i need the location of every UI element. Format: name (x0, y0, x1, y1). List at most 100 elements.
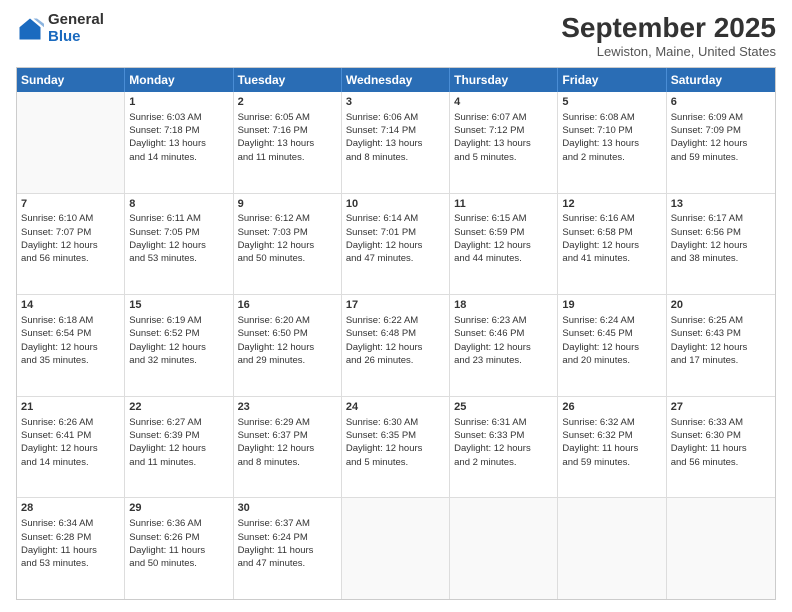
calendar-week-row: 28Sunrise: 6:34 AM Sunset: 6:28 PM Dayli… (17, 497, 775, 599)
cell-info: Sunrise: 6:17 AM Sunset: 6:56 PM Dayligh… (671, 212, 771, 265)
day-number: 27 (671, 400, 771, 415)
calendar-cell: 2Sunrise: 6:05 AM Sunset: 7:16 PM Daylig… (234, 92, 342, 193)
calendar-week-row: 1Sunrise: 6:03 AM Sunset: 7:18 PM Daylig… (17, 92, 775, 193)
calendar-cell: 21Sunrise: 6:26 AM Sunset: 6:41 PM Dayli… (17, 397, 125, 498)
calendar-cell: 13Sunrise: 6:17 AM Sunset: 6:56 PM Dayli… (667, 194, 775, 295)
calendar-header-day: Sunday (17, 68, 125, 92)
cell-info: Sunrise: 6:36 AM Sunset: 6:26 PM Dayligh… (129, 517, 228, 570)
calendar-cell (667, 498, 775, 599)
cell-info: Sunrise: 6:08 AM Sunset: 7:10 PM Dayligh… (562, 111, 661, 164)
cell-info: Sunrise: 6:25 AM Sunset: 6:43 PM Dayligh… (671, 314, 771, 367)
cell-info: Sunrise: 6:23 AM Sunset: 6:46 PM Dayligh… (454, 314, 553, 367)
day-number: 5 (562, 95, 661, 110)
title-block: September 2025 Lewiston, Maine, United S… (561, 12, 776, 59)
logo-general-label: General (48, 12, 104, 29)
cell-info: Sunrise: 6:22 AM Sunset: 6:48 PM Dayligh… (346, 314, 445, 367)
day-number: 25 (454, 400, 553, 415)
day-number: 11 (454, 197, 553, 212)
calendar-cell (558, 498, 666, 599)
cell-info: Sunrise: 6:05 AM Sunset: 7:16 PM Dayligh… (238, 111, 337, 164)
day-number: 21 (21, 400, 120, 415)
calendar-cell: 6Sunrise: 6:09 AM Sunset: 7:09 PM Daylig… (667, 92, 775, 193)
calendar-cell: 23Sunrise: 6:29 AM Sunset: 6:37 PM Dayli… (234, 397, 342, 498)
cell-info: Sunrise: 6:11 AM Sunset: 7:05 PM Dayligh… (129, 212, 228, 265)
cell-info: Sunrise: 6:12 AM Sunset: 7:03 PM Dayligh… (238, 212, 337, 265)
calendar-cell: 9Sunrise: 6:12 AM Sunset: 7:03 PM Daylig… (234, 194, 342, 295)
cell-info: Sunrise: 6:34 AM Sunset: 6:28 PM Dayligh… (21, 517, 120, 570)
logo-text: General Blue (48, 12, 104, 45)
day-number: 8 (129, 197, 228, 212)
cell-info: Sunrise: 6:26 AM Sunset: 6:41 PM Dayligh… (21, 416, 120, 469)
cell-info: Sunrise: 6:32 AM Sunset: 6:32 PM Dayligh… (562, 416, 661, 469)
cell-info: Sunrise: 6:06 AM Sunset: 7:14 PM Dayligh… (346, 111, 445, 164)
calendar-header-day: Monday (125, 68, 233, 92)
calendar-cell: 10Sunrise: 6:14 AM Sunset: 7:01 PM Dayli… (342, 194, 450, 295)
day-number: 14 (21, 298, 120, 313)
cell-info: Sunrise: 6:37 AM Sunset: 6:24 PM Dayligh… (238, 517, 337, 570)
calendar-header-day: Friday (558, 68, 666, 92)
cell-info: Sunrise: 6:20 AM Sunset: 6:50 PM Dayligh… (238, 314, 337, 367)
day-number: 20 (671, 298, 771, 313)
logo-blue-label: Blue (48, 29, 104, 46)
day-number: 23 (238, 400, 337, 415)
calendar-week-row: 7Sunrise: 6:10 AM Sunset: 7:07 PM Daylig… (17, 193, 775, 295)
calendar-header-day: Wednesday (342, 68, 450, 92)
header: General Blue September 2025 Lewiston, Ma… (16, 12, 776, 59)
day-number: 7 (21, 197, 120, 212)
calendar-cell: 17Sunrise: 6:22 AM Sunset: 6:48 PM Dayli… (342, 295, 450, 396)
logo-icon (16, 15, 44, 43)
cell-info: Sunrise: 6:07 AM Sunset: 7:12 PM Dayligh… (454, 111, 553, 164)
day-number: 28 (21, 501, 120, 516)
calendar-cell (450, 498, 558, 599)
calendar-cell: 15Sunrise: 6:19 AM Sunset: 6:52 PM Dayli… (125, 295, 233, 396)
day-number: 10 (346, 197, 445, 212)
calendar-cell: 5Sunrise: 6:08 AM Sunset: 7:10 PM Daylig… (558, 92, 666, 193)
calendar-cell: 11Sunrise: 6:15 AM Sunset: 6:59 PM Dayli… (450, 194, 558, 295)
cell-info: Sunrise: 6:16 AM Sunset: 6:58 PM Dayligh… (562, 212, 661, 265)
calendar-header-day: Tuesday (234, 68, 342, 92)
calendar-cell: 19Sunrise: 6:24 AM Sunset: 6:45 PM Dayli… (558, 295, 666, 396)
cell-info: Sunrise: 6:18 AM Sunset: 6:54 PM Dayligh… (21, 314, 120, 367)
calendar-cell: 30Sunrise: 6:37 AM Sunset: 6:24 PM Dayli… (234, 498, 342, 599)
day-number: 9 (238, 197, 337, 212)
calendar-week-row: 21Sunrise: 6:26 AM Sunset: 6:41 PM Dayli… (17, 396, 775, 498)
page: General Blue September 2025 Lewiston, Ma… (0, 0, 792, 612)
day-number: 6 (671, 95, 771, 110)
cell-info: Sunrise: 6:30 AM Sunset: 6:35 PM Dayligh… (346, 416, 445, 469)
calendar-cell: 22Sunrise: 6:27 AM Sunset: 6:39 PM Dayli… (125, 397, 233, 498)
calendar-header-day: Thursday (450, 68, 558, 92)
cell-info: Sunrise: 6:31 AM Sunset: 6:33 PM Dayligh… (454, 416, 553, 469)
day-number: 15 (129, 298, 228, 313)
day-number: 1 (129, 95, 228, 110)
calendar-subtitle: Lewiston, Maine, United States (561, 44, 776, 59)
cell-info: Sunrise: 6:19 AM Sunset: 6:52 PM Dayligh… (129, 314, 228, 367)
calendar-body: 1Sunrise: 6:03 AM Sunset: 7:18 PM Daylig… (17, 92, 775, 599)
cell-info: Sunrise: 6:29 AM Sunset: 6:37 PM Dayligh… (238, 416, 337, 469)
calendar-cell: 27Sunrise: 6:33 AM Sunset: 6:30 PM Dayli… (667, 397, 775, 498)
day-number: 3 (346, 95, 445, 110)
calendar-header-day: Saturday (667, 68, 775, 92)
day-number: 30 (238, 501, 337, 516)
calendar-cell: 8Sunrise: 6:11 AM Sunset: 7:05 PM Daylig… (125, 194, 233, 295)
cell-info: Sunrise: 6:03 AM Sunset: 7:18 PM Dayligh… (129, 111, 228, 164)
calendar-cell: 20Sunrise: 6:25 AM Sunset: 6:43 PM Dayli… (667, 295, 775, 396)
calendar-cell: 14Sunrise: 6:18 AM Sunset: 6:54 PM Dayli… (17, 295, 125, 396)
calendar-cell: 26Sunrise: 6:32 AM Sunset: 6:32 PM Dayli… (558, 397, 666, 498)
day-number: 26 (562, 400, 661, 415)
day-number: 4 (454, 95, 553, 110)
calendar-cell: 7Sunrise: 6:10 AM Sunset: 7:07 PM Daylig… (17, 194, 125, 295)
cell-info: Sunrise: 6:09 AM Sunset: 7:09 PM Dayligh… (671, 111, 771, 164)
calendar-cell: 28Sunrise: 6:34 AM Sunset: 6:28 PM Dayli… (17, 498, 125, 599)
calendar-cell (17, 92, 125, 193)
day-number: 18 (454, 298, 553, 313)
day-number: 19 (562, 298, 661, 313)
day-number: 2 (238, 95, 337, 110)
calendar-cell: 3Sunrise: 6:06 AM Sunset: 7:14 PM Daylig… (342, 92, 450, 193)
calendar-cell (342, 498, 450, 599)
calendar-title: September 2025 (561, 12, 776, 44)
day-number: 24 (346, 400, 445, 415)
cell-info: Sunrise: 6:27 AM Sunset: 6:39 PM Dayligh… (129, 416, 228, 469)
cell-info: Sunrise: 6:14 AM Sunset: 7:01 PM Dayligh… (346, 212, 445, 265)
calendar-cell: 4Sunrise: 6:07 AM Sunset: 7:12 PM Daylig… (450, 92, 558, 193)
cell-info: Sunrise: 6:10 AM Sunset: 7:07 PM Dayligh… (21, 212, 120, 265)
